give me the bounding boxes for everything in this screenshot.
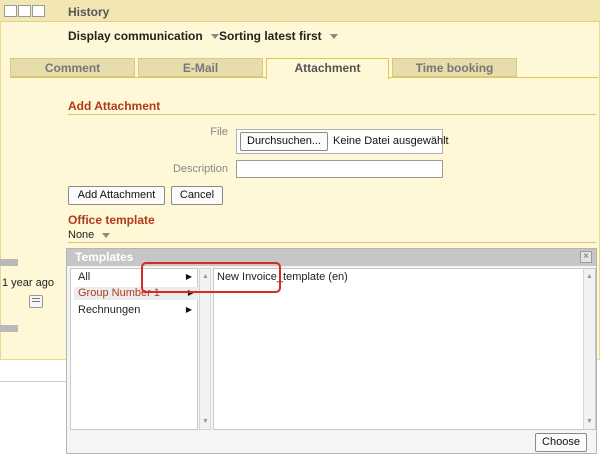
tab-time-booking[interactable]: Time booking — [392, 58, 517, 77]
display-communication-dropdown[interactable]: Display communication — [68, 29, 219, 43]
tab-comment[interactable]: Comment — [10, 58, 135, 77]
chevron-right-icon: ▶ — [185, 305, 192, 314]
chevron-down-icon — [329, 34, 338, 40]
display-communication-label: Display communication — [68, 29, 203, 43]
highlight-box — [141, 262, 281, 293]
sorting-label: Sorting latest first — [219, 29, 322, 43]
choose-button[interactable]: Choose — [535, 433, 587, 452]
section-divider — [68, 242, 596, 243]
chevron-down-icon — [102, 232, 111, 238]
view-mode-icon-2[interactable] — [18, 5, 31, 17]
template-scrollbar[interactable]: ▲ ▼ — [583, 269, 595, 429]
tab-email[interactable]: E-Mail — [138, 58, 263, 77]
file-label: File — [210, 126, 228, 138]
add-attachment-button[interactable]: Add Attachment — [68, 186, 165, 205]
office-template-value: None — [68, 229, 95, 241]
timeline-bottom-marker — [0, 325, 18, 332]
office-template-title: Office template — [68, 213, 155, 227]
add-attachment-title: Add Attachment — [68, 99, 161, 113]
dialog-title: Templates — [75, 250, 134, 264]
scroll-arrow-icon[interactable]: ▼ — [586, 418, 593, 425]
scroll-arrow-icon[interactable]: ▲ — [586, 273, 593, 280]
chevron-down-icon — [210, 34, 219, 40]
sorting-dropdown[interactable]: Sorting latest first — [219, 29, 338, 43]
category-item-rechnungen[interactable]: Rechnungen ▶ — [78, 304, 196, 317]
cancel-button[interactable]: Cancel — [171, 186, 223, 205]
browse-button[interactable]: Durchsuchen... — [240, 132, 328, 151]
category-label: Rechnungen — [78, 304, 141, 316]
panel-footer-edge — [0, 372, 68, 382]
view-mode-icon-1[interactable] — [4, 5, 17, 17]
view-mode-icon-3[interactable] — [32, 5, 45, 17]
category-label: All — [78, 271, 91, 283]
history-title: History — [68, 5, 110, 19]
tab-attachment[interactable]: Attachment — [266, 58, 389, 79]
office-template-dropdown[interactable]: None — [68, 229, 111, 241]
scroll-arrow-icon[interactable]: ▼ — [202, 418, 209, 425]
close-icon[interactable]: × — [580, 251, 592, 263]
comment-icon[interactable] — [29, 295, 43, 308]
section-divider — [68, 114, 596, 115]
description-field[interactable] — [236, 160, 443, 178]
timestamp: 1 year ago — [2, 277, 54, 289]
view-mode-icons[interactable] — [4, 5, 46, 17]
no-file-text: Keine Datei ausgewählt — [333, 135, 449, 147]
description-label: Description — [172, 163, 228, 175]
timeline-top-marker — [0, 259, 18, 266]
